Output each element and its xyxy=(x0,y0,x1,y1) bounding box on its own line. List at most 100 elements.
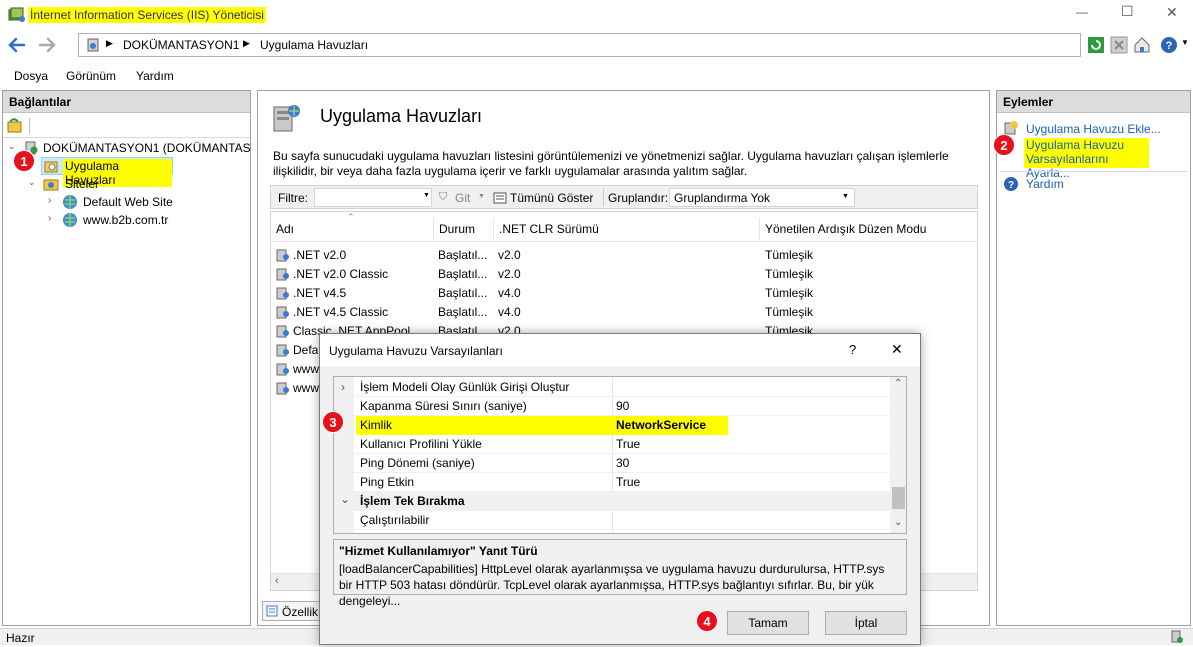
app-pool-row-icon xyxy=(275,381,290,396)
expand-chevron-icon[interactable]: ⌄ xyxy=(28,177,36,188)
property-row-event-log[interactable]: › İşlem Modeli Olay Günlük Girişi Oluştu… xyxy=(334,378,894,397)
tree-app-pools-selected[interactable]: Uygulama Havuzları xyxy=(41,157,173,187)
list-header: ⌃ Adı Durum .NET CLR Sürümü Yönetilen Ar… xyxy=(271,212,977,242)
app-pool-row-icon xyxy=(275,362,290,377)
help-icon[interactable]: ? xyxy=(1160,36,1178,54)
app-pools-large-icon xyxy=(270,101,302,133)
scroll-thumb[interactable] xyxy=(892,487,905,509)
dialog-help-button[interactable]: ? xyxy=(849,342,856,357)
collapse-chevron-icon[interactable]: ⌄ xyxy=(340,490,350,509)
column-pipeline[interactable]: Yönetilen Ardışık Düzen Modu xyxy=(760,218,977,240)
cell-name: www xyxy=(293,362,319,376)
dialog-close-button[interactable]: ✕ xyxy=(891,341,903,358)
menu-view[interactable]: Görünüm xyxy=(66,69,116,83)
tree-server[interactable]: DOKÜMANTASYON1 (DOKÜMANTASYON xyxy=(43,141,250,155)
column-name[interactable]: Adı xyxy=(271,218,434,240)
collapsed-chevron-icon[interactable]: › xyxy=(48,213,51,224)
cell-status: Başlatıl... xyxy=(438,286,488,300)
description-text: [loadBalancerCapabilities] HttpLevel ola… xyxy=(339,562,885,608)
app-pool-icon xyxy=(44,159,60,175)
tree-site-default[interactable]: Default Web Site xyxy=(83,195,173,209)
home-icon[interactable] xyxy=(1133,36,1151,54)
features-icon xyxy=(266,605,278,617)
funnel-icon: ⛉ xyxy=(439,191,448,203)
stop-icon[interactable] xyxy=(1110,36,1128,54)
property-row-executable[interactable]: Çalıştırılabilir xyxy=(334,511,894,530)
expand-chevron-icon[interactable]: › xyxy=(341,378,345,397)
address-box[interactable]: ▶ DOKÜMANTASYON1 ▶ Uygulama Havuzları xyxy=(78,33,1081,57)
scroll-down-icon[interactable]: ⌄ xyxy=(894,517,902,528)
cell-name: .NET v2.0 xyxy=(293,248,347,262)
property-value: True xyxy=(616,437,641,451)
features-view-tab[interactable]: Özellik xyxy=(262,601,324,621)
expand-chevron-icon[interactable]: ⌄ xyxy=(8,141,16,152)
svg-text:?: ? xyxy=(1008,180,1014,191)
table-row[interactable]: .NET v4.5 Başlatıl... v4.0 Tümleşik xyxy=(271,284,976,303)
set-defaults-link[interactable]: Uygulama Havuzu Varsayılanlarını Ayarla.… xyxy=(1024,138,1149,180)
property-name: Çalıştırılabilir xyxy=(360,513,430,527)
property-row-load-profile[interactable]: Kullanıcı Profilini Yükle True xyxy=(334,435,894,454)
minimize-button[interactable]: — xyxy=(1076,5,1088,19)
forward-arrow-icon[interactable] xyxy=(34,32,60,58)
go-dropdown-icon[interactable]: ▼ xyxy=(478,193,485,200)
description-title: "Hizmet Kullanılamıyor" Yanıt Türü xyxy=(339,544,538,558)
iis-app-icon xyxy=(8,7,26,23)
property-row-ping-enabled[interactable]: Ping Etkin True xyxy=(334,473,894,492)
app-pool-row-icon xyxy=(275,267,290,282)
app-pool-defaults-dialog: Uygulama Havuzu Varsayılanları ? ✕ › İşl… xyxy=(319,333,921,645)
add-app-pool-link[interactable]: Uygulama Havuzu Ekle... xyxy=(1026,122,1161,136)
show-all-icon xyxy=(493,191,507,205)
new-connection-icon[interactable] xyxy=(7,117,23,134)
chevron-down-icon[interactable]: ▼ xyxy=(1181,38,1189,47)
app-pool-row-icon xyxy=(275,248,290,263)
property-row-ping-period[interactable]: Ping Dönemi (saniye) 30 xyxy=(334,454,894,473)
navigation-bar: ▶ DOKÜMANTASYON1 ▶ Uygulama Havuzları ? … xyxy=(0,30,1193,60)
connections-panel: Bağlantılar ⌄ DOKÜMANTASYON1 (DOKÜMANTAS… xyxy=(2,90,251,626)
chevron-right-icon: ▶ xyxy=(243,38,250,48)
actions-header: Eylemler xyxy=(997,91,1190,113)
close-window-button[interactable]: ✕ xyxy=(1166,4,1178,21)
group-by-select[interactable]: Gruplandırma Yok ▼ xyxy=(669,188,855,207)
menu-help[interactable]: Yardım xyxy=(136,69,174,83)
property-row-shutdown[interactable]: Kapanma Süresi Sınırı (saniye) 90 xyxy=(334,397,894,416)
app-pool-row-icon xyxy=(275,324,290,339)
step-badge-2: 2 xyxy=(993,134,1015,156)
server-icon xyxy=(85,37,101,53)
filter-input[interactable] xyxy=(314,188,432,207)
help-link[interactable]: Yardım xyxy=(1026,177,1064,191)
go-button[interactable]: Git xyxy=(455,191,470,205)
property-row-identity[interactable]: Kimlik NetworkService xyxy=(334,416,894,435)
cell-status: Başlatıl... xyxy=(438,305,488,319)
property-name: İşlem Modeli Olay Günlük Girişi Oluştur xyxy=(360,380,570,394)
title-bar: İnternet Information Services (IIS) Yöne… xyxy=(0,0,1193,30)
set-defaults-line1: Uygulama Havuzu xyxy=(1026,138,1125,152)
table-row[interactable]: .NET v2.0 Başlatıl... v2.0 Tümleşik xyxy=(271,246,976,265)
collapsed-chevron-icon[interactable]: › xyxy=(48,195,51,206)
property-grid: › İşlem Modeli Olay Günlük Girişi Oluştu… xyxy=(333,376,907,534)
vertical-scrollbar[interactable]: ⌃ ⌄ xyxy=(890,377,906,533)
breadcrumb-app-pools[interactable]: Uygulama Havuzları xyxy=(260,38,368,52)
table-row[interactable]: .NET v2.0 Classic Başlatıl... v2.0 Tümle… xyxy=(271,265,976,284)
scroll-left-icon[interactable]: ‹ xyxy=(275,575,279,587)
column-status[interactable]: Durum xyxy=(434,218,494,240)
property-value: 30 xyxy=(616,456,630,470)
column-clr[interactable]: .NET CLR Sürümü xyxy=(494,218,760,240)
back-arrow-icon[interactable] xyxy=(4,32,30,58)
show-all-button[interactable]: Tümünü Göster xyxy=(510,191,593,205)
refresh-icon[interactable] xyxy=(1087,36,1105,54)
maximize-button[interactable]: ☐ xyxy=(1121,3,1134,20)
table-row[interactable]: .NET v4.5 Classic Başlatıl... v4.0 Tümle… xyxy=(271,303,976,322)
cell-name: .NET v4.5 xyxy=(293,286,347,300)
breadcrumb-server[interactable]: DOKÜMANTASYON1 xyxy=(123,38,239,52)
filter-dropdown-icon[interactable]: ▼ xyxy=(423,192,430,199)
cancel-button[interactable]: İptal xyxy=(825,611,907,635)
group-by-value: Gruplandırma Yok xyxy=(674,191,771,205)
ok-button[interactable]: Tamam xyxy=(727,611,809,635)
menu-file[interactable]: Dosya xyxy=(14,69,48,83)
tree-site-b2b[interactable]: www.b2b.com.tr xyxy=(83,213,168,227)
page-description: Bu sayfa sunucudaki uygulama havuzları l… xyxy=(273,149,949,178)
property-category-orphaning[interactable]: ⌄ İşlem Tek Bırakma xyxy=(334,492,890,511)
scroll-up-icon[interactable]: ⌃ xyxy=(894,378,902,389)
cell-name: .NET v4.5 Classic xyxy=(293,305,389,319)
tree-sites[interactable]: Siteler xyxy=(65,177,99,191)
